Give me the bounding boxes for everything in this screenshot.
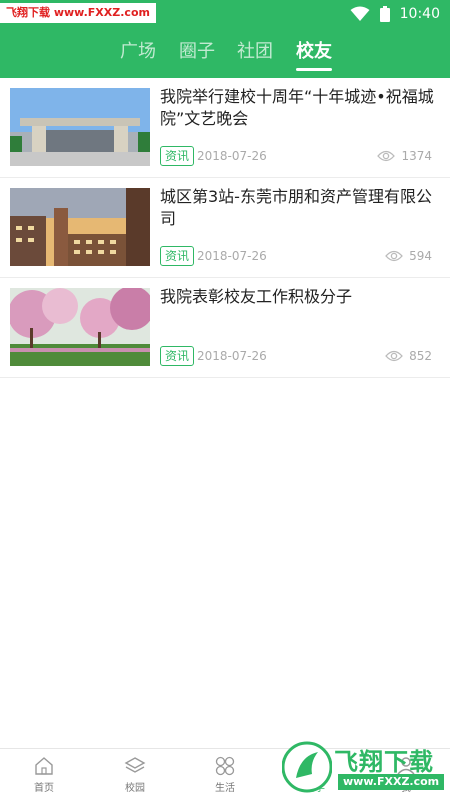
views-number: 594 xyxy=(409,249,432,263)
news-item[interactable]: 我院表彰校友工作积极分子 资讯 2018-07-26 852 xyxy=(0,278,450,378)
news-list: 我院举行建校十周年“十年城迹•祝福城院”文艺晚会 资讯 2018-07-26 1… xyxy=(0,78,450,378)
nav-campus[interactable]: 校园 xyxy=(105,755,165,799)
status-bar: 飞翔下载 www.FXXZ.com 10:40 xyxy=(0,0,450,28)
status-right: 10:40 xyxy=(350,0,440,28)
wifi-icon xyxy=(350,6,370,22)
blossom-garden-image xyxy=(10,288,150,366)
layers-icon xyxy=(124,757,146,773)
news-date: 2018-07-26 xyxy=(197,349,267,363)
tab-label: 广场 xyxy=(120,41,156,62)
views-number: 1374 xyxy=(401,149,432,163)
battery-icon xyxy=(379,6,390,22)
nav-label: 校园 xyxy=(125,783,145,794)
eye-icon xyxy=(385,250,403,262)
tab-club[interactable]: 社团 xyxy=(237,38,273,68)
category-badge: 资讯 xyxy=(160,346,195,366)
nav-home[interactable]: 首页 xyxy=(14,755,74,799)
watermark-logo-icon xyxy=(282,741,332,793)
home-icon xyxy=(35,757,53,775)
watermark-url: www.FXXZ.com xyxy=(338,774,445,790)
tab-label: 社团 xyxy=(237,41,273,62)
news-title: 城区第3站-东莞市朋和资产管理有限公司 xyxy=(160,187,432,228)
tab-label: 校友 xyxy=(296,41,332,62)
views-count: 852 xyxy=(385,346,432,366)
tab-square[interactable]: 广场 xyxy=(120,38,156,68)
views-count: 1374 xyxy=(377,146,432,166)
eye-icon xyxy=(377,150,396,162)
status-time: 10:40 xyxy=(399,6,440,22)
tab-label: 圈子 xyxy=(179,41,215,62)
news-date: 2018-07-26 xyxy=(197,249,267,263)
grid-icon xyxy=(215,756,235,776)
category-badge: 资讯 xyxy=(160,246,195,266)
news-date: 2018-07-26 xyxy=(197,149,267,163)
tab-alumni[interactable]: 校友 xyxy=(296,38,332,71)
watermark-top: 飞翔下载 www.FXXZ.com xyxy=(0,3,156,23)
eye-icon xyxy=(385,350,403,362)
news-title: 我院举行建校十周年“十年城迹•祝福城院”文艺晚会 xyxy=(160,87,434,128)
news-item[interactable]: 城区第3站-东莞市朋和资产管理有限公司 资讯 2018-07-26 594 xyxy=(0,178,450,278)
building-sunset-image xyxy=(10,188,150,266)
news-title: 我院表彰校友工作积极分子 xyxy=(160,287,353,306)
views-count: 594 xyxy=(385,246,432,266)
nav-label: 首页 xyxy=(34,783,54,794)
campus-gate-image xyxy=(10,88,150,166)
news-item[interactable]: 我院举行建校十周年“十年城迹•祝福城院”文艺晚会 资讯 2018-07-26 1… xyxy=(0,78,450,178)
category-badge: 资讯 xyxy=(160,146,195,166)
tab-circle[interactable]: 圈子 xyxy=(179,38,215,68)
watermark-text: 飞翔下载 xyxy=(334,748,434,776)
nav-life[interactable]: 生活 xyxy=(195,755,255,799)
views-number: 852 xyxy=(409,349,432,363)
nav-label: 生活 xyxy=(215,783,235,794)
active-tab-indicator xyxy=(296,68,332,71)
watermark-bottom: 飞翔下载 www.FXXZ.com xyxy=(282,740,445,796)
top-tab-bar: 广场 圈子 社团 校友 xyxy=(0,28,450,78)
